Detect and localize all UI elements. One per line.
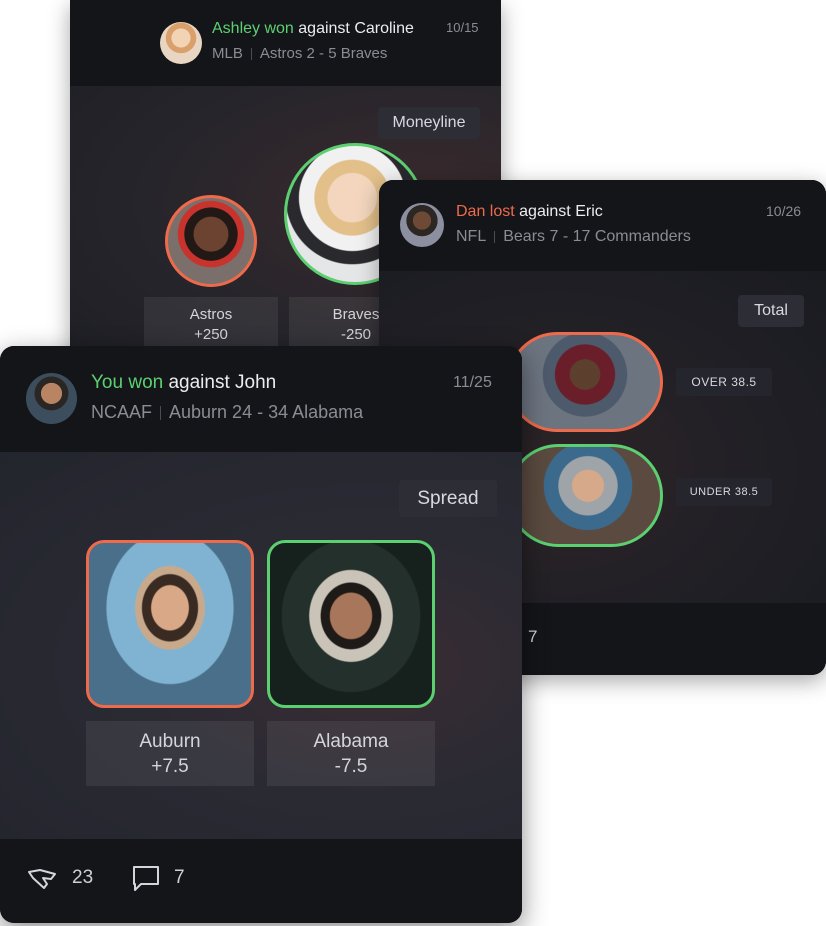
card-header: Dan lost against Eric NFL Bears 7 - 17 Co… xyxy=(379,180,826,271)
winner-text: You won xyxy=(91,372,164,393)
pick-photo-over[interactable] xyxy=(507,332,663,432)
divider xyxy=(494,230,496,243)
card-title: You won against John xyxy=(91,372,276,394)
card-footer: 23 7 xyxy=(0,839,522,923)
opponent-text: against Caroline xyxy=(293,20,414,37)
card-title: Dan lost against Eric xyxy=(456,203,603,221)
team-name: Alabama xyxy=(313,731,389,752)
pick-photo-auburn[interactable] xyxy=(86,540,254,708)
handshake-icon[interactable] xyxy=(26,866,58,897)
game-summary: NFL Bears 7 - 17 Commanders xyxy=(456,228,691,246)
team-name: Astros xyxy=(189,306,233,323)
card-body: Spread Auburn +7.5 Alabama -7.5 xyxy=(0,452,522,839)
team-line: +250 xyxy=(194,326,228,343)
league-label: MLB xyxy=(212,45,243,62)
score-text: Bears 7 - 17 Commanders xyxy=(503,228,691,245)
team-line: +7.5 xyxy=(151,756,189,777)
card-header: Ashley won against Caroline MLB Astros 2 … xyxy=(70,0,501,86)
avatar[interactable] xyxy=(400,203,444,247)
league-label: NCAAF xyxy=(91,402,153,422)
avatar[interactable] xyxy=(160,22,202,64)
pick-label-alabama: Alabama -7.5 xyxy=(267,721,435,786)
team-name: Auburn xyxy=(139,731,201,752)
game-summary: NCAAF Auburn 24 - 34 Alabama xyxy=(91,402,363,423)
opponent-text: against Eric xyxy=(514,203,603,220)
divider xyxy=(250,48,252,61)
bet-date: 11/25 xyxy=(453,374,492,391)
comment-bubble-icon[interactable] xyxy=(131,864,161,897)
card-header: You won against John NCAAF Auburn 24 - 34… xyxy=(0,346,522,452)
pick-photo-astros[interactable] xyxy=(165,195,257,287)
divider xyxy=(160,406,162,421)
bet-date: 10/15 xyxy=(446,20,479,35)
bet-card-you[interactable]: You won against John NCAAF Auburn 24 - 34… xyxy=(0,346,522,923)
bet-type-tag: Total xyxy=(738,295,804,327)
team-line: -7.5 xyxy=(334,756,368,777)
pick-label-auburn: Auburn +7.5 xyxy=(86,721,254,786)
opponent-text: against John xyxy=(163,372,277,393)
league-label: NFL xyxy=(456,228,487,245)
card-title: Ashley won against Caroline xyxy=(212,20,414,38)
pick-photo-under[interactable] xyxy=(507,444,663,547)
game-summary: MLB Astros 2 - 5 Braves xyxy=(212,45,387,62)
over-pill: OVER 38.5 xyxy=(676,368,772,396)
like-count: 23 xyxy=(72,867,94,888)
comment-count: 7 xyxy=(528,627,538,646)
loser-text: Dan lost xyxy=(456,203,515,220)
winner-text: Ashley won xyxy=(212,20,294,37)
pick-photo-alabama[interactable] xyxy=(267,540,435,708)
score-text: Astros 2 - 5 Braves xyxy=(259,45,388,62)
comment-count: 7 xyxy=(174,867,185,888)
avatar[interactable] xyxy=(26,373,77,424)
bet-date: 10/26 xyxy=(766,203,802,219)
bet-type-tag: Spread xyxy=(399,480,497,517)
score-text: Auburn 24 - 34 Alabama xyxy=(169,402,364,422)
under-pill: UNDER 38.5 xyxy=(676,478,772,506)
bet-type-tag: Moneyline xyxy=(378,107,480,139)
